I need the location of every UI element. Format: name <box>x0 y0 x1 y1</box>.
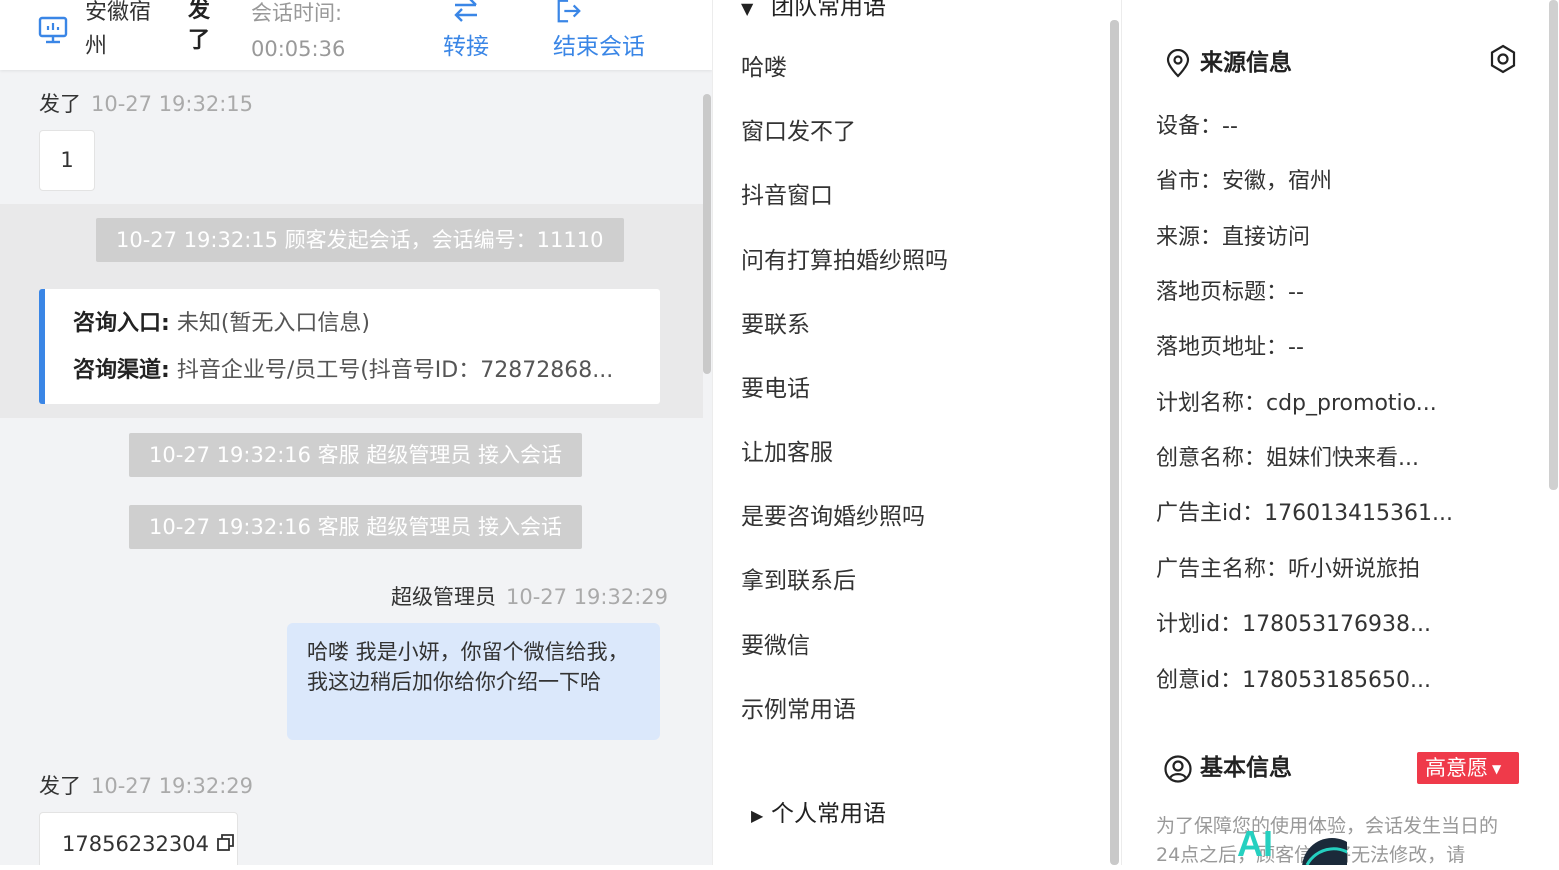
phrase-item[interactable]: 要微信 <box>741 631 810 661</box>
end-session-button[interactable]: 结束会话 <box>553 0 653 64</box>
phrase-item[interactable]: 问有打算拍婚纱照吗 <box>741 246 948 276</box>
source-field: 广告主id：176013415361... <box>1156 501 1454 526</box>
consult-entry-label: 咨询入口: <box>73 311 170 336</box>
message-sender: 发了 <box>39 774 81 798</box>
copy-icon[interactable] <box>216 833 236 853</box>
transfer-label: 转接 <box>443 34 489 60</box>
basic-info-label: 基本信息 <box>1200 755 1292 781</box>
session-time: 00:05:36 <box>251 37 346 61</box>
source-field: 落地页地址：-- <box>1156 335 1304 360</box>
phrase-item[interactable]: 示例常用语 <box>741 695 856 725</box>
message-meta: 超级管理员 10-27 19:32:29 <box>391 583 668 611</box>
message-text: 哈喽 我是小妍，你留个微信给我，我这边稍后加你给你介绍一下哈 <box>307 640 629 694</box>
logout-icon <box>557 0 581 23</box>
phrase-item[interactable]: 哈喽 <box>741 53 787 83</box>
chat-header: 安徽宿州 发了 会话时间: 00:05:36 转接 结束会话 <box>0 0 712 70</box>
consult-channel-label: 咨询渠道: <box>73 358 170 383</box>
customer-message-bubble: 1 <box>39 130 95 191</box>
svg-text:AI: AI <box>1237 823 1273 864</box>
personal-phrases-label: 个人常用语 <box>771 801 886 827</box>
source-field: 创意名称：姐妹们快来看... <box>1156 446 1419 471</box>
location-pin-icon <box>1166 48 1190 78</box>
phrase-item[interactable]: 让加客服 <box>741 438 833 468</box>
basic-info-title: 基本信息 <box>1156 752 1292 784</box>
message-text: 1 <box>60 148 74 172</box>
personal-phrases-group[interactable]: ▶ 个人常用语 <box>741 799 886 831</box>
consult-channel-row: 咨询渠道: 抖音企业号/员工号(抖音号ID：72872868... <box>73 354 613 388</box>
system-message: 10-27 19:32:16 客服 超级管理员 接入会话 <box>129 505 583 549</box>
consult-channel-value: 抖音企业号/员工号(抖音号ID：72872868... <box>176 358 614 383</box>
phrase-item[interactable]: 要电话 <box>741 374 810 404</box>
consult-entry-row: 咨询入口: 未知(暂无入口信息) <box>73 307 370 341</box>
ai-assistant-icon[interactable]: AI <box>1237 820 1347 865</box>
source-field: 省市：安徽，宿州 <box>1156 169 1333 194</box>
caret-right-icon: ▶ <box>751 806 764 825</box>
system-message: 10-27 19:32:16 客服 超级管理员 接入会话 <box>129 433 583 477</box>
source-info-label: 来源信息 <box>1200 50 1292 76</box>
team-phrases-label: 团队常用语 <box>771 0 886 20</box>
phrase-item[interactable]: 窗口发不了 <box>741 117 856 147</box>
phrases-scrollbar[interactable] <box>1110 20 1119 865</box>
message-time: 10-27 19:32:15 <box>91 92 254 116</box>
transfer-button[interactable]: 转接 <box>440 0 492 64</box>
caret-down-icon: ▼ <box>741 0 754 18</box>
source-field: 设备：-- <box>1156 114 1238 139</box>
desktop-icon <box>38 16 68 44</box>
source-field: 落地页标题：-- <box>1156 280 1304 305</box>
source-field: 计划id：178053176938... <box>1156 612 1432 637</box>
source-field: 来源：直接访问 <box>1156 225 1311 250</box>
info-scrollbar[interactable] <box>1549 0 1558 490</box>
message-text: 17856232304 <box>62 832 209 856</box>
customer-name: 发了 <box>188 0 211 53</box>
phrase-item[interactable]: 拿到联系后 <box>741 566 856 596</box>
swap-arrows-icon <box>454 0 477 22</box>
intent-tag-label: 高意愿 <box>1425 756 1488 780</box>
end-session-label: 结束会话 <box>553 34 645 60</box>
source-info-title: 来源信息 <box>1156 47 1292 79</box>
agent-message-bubble: 哈喽 我是小妍，你留个微信给我，我这边稍后加你给你介绍一下哈 <box>287 623 660 740</box>
intent-tag-dropdown[interactable]: 高意愿 ▼ <box>1417 752 1519 784</box>
message-time: 10-27 19:32:29 <box>91 774 254 798</box>
consult-entry-value: 未知(暂无入口信息) <box>176 311 370 336</box>
source-field: 计划名称：cdp_promotio... <box>1156 391 1437 416</box>
source-field: 广告主名称：听小妍说旅拍 <box>1156 557 1421 582</box>
team-phrases-group[interactable]: ▼ 团队常用语 <box>741 0 886 24</box>
session-time-label: 会话时间: <box>251 1 343 25</box>
phrase-item[interactable]: 抖音窗口 <box>741 181 833 211</box>
message-meta: 发了 10-27 19:32:29 <box>39 772 253 800</box>
message-meta: 发了 10-27 19:32:15 <box>39 90 253 118</box>
message-time: 10-27 19:32:29 <box>506 585 669 609</box>
source-field: 创意id：178053185650... <box>1156 668 1432 693</box>
caret-down-icon: ▼ <box>1492 762 1502 776</box>
message-sender: 超级管理员 <box>391 585 496 609</box>
phrase-item[interactable]: 是要咨询婚纱照吗 <box>741 502 925 532</box>
customer-info-panel: 来源信息 设备：-- 省市：安徽，宿州 来源：直接访问 落地页标题：-- 落地页… <box>1121 0 1559 866</box>
chat-panel: 安徽宿州 发了 会话时间: 00:05:36 转接 结束会话 发了 10-27 1… <box>0 0 712 865</box>
consult-info-card: 咨询入口: 未知(暂无入口信息) 咨询渠道: 抖音企业号/员工号(抖音号ID：7… <box>39 289 660 404</box>
customer-message-bubble: 17856232304 <box>39 812 238 865</box>
chat-scrollbar[interactable] <box>703 94 711 374</box>
phrase-item[interactable]: 要联系 <box>741 310 810 340</box>
settings-icon[interactable] <box>1488 44 1518 74</box>
common-phrases-panel: ▼ 团队常用语 哈喽 窗口发不了 抖音窗口 问有打算拍婚纱照吗 要联系 要电话 让… <box>712 0 1120 865</box>
system-message: 10-27 19:32:15 顾客发起会话，会话编号：11110 <box>96 218 624 262</box>
user-circle-icon <box>1164 754 1192 783</box>
customer-location: 安徽宿州 <box>85 0 152 59</box>
message-sender: 发了 <box>39 92 81 116</box>
